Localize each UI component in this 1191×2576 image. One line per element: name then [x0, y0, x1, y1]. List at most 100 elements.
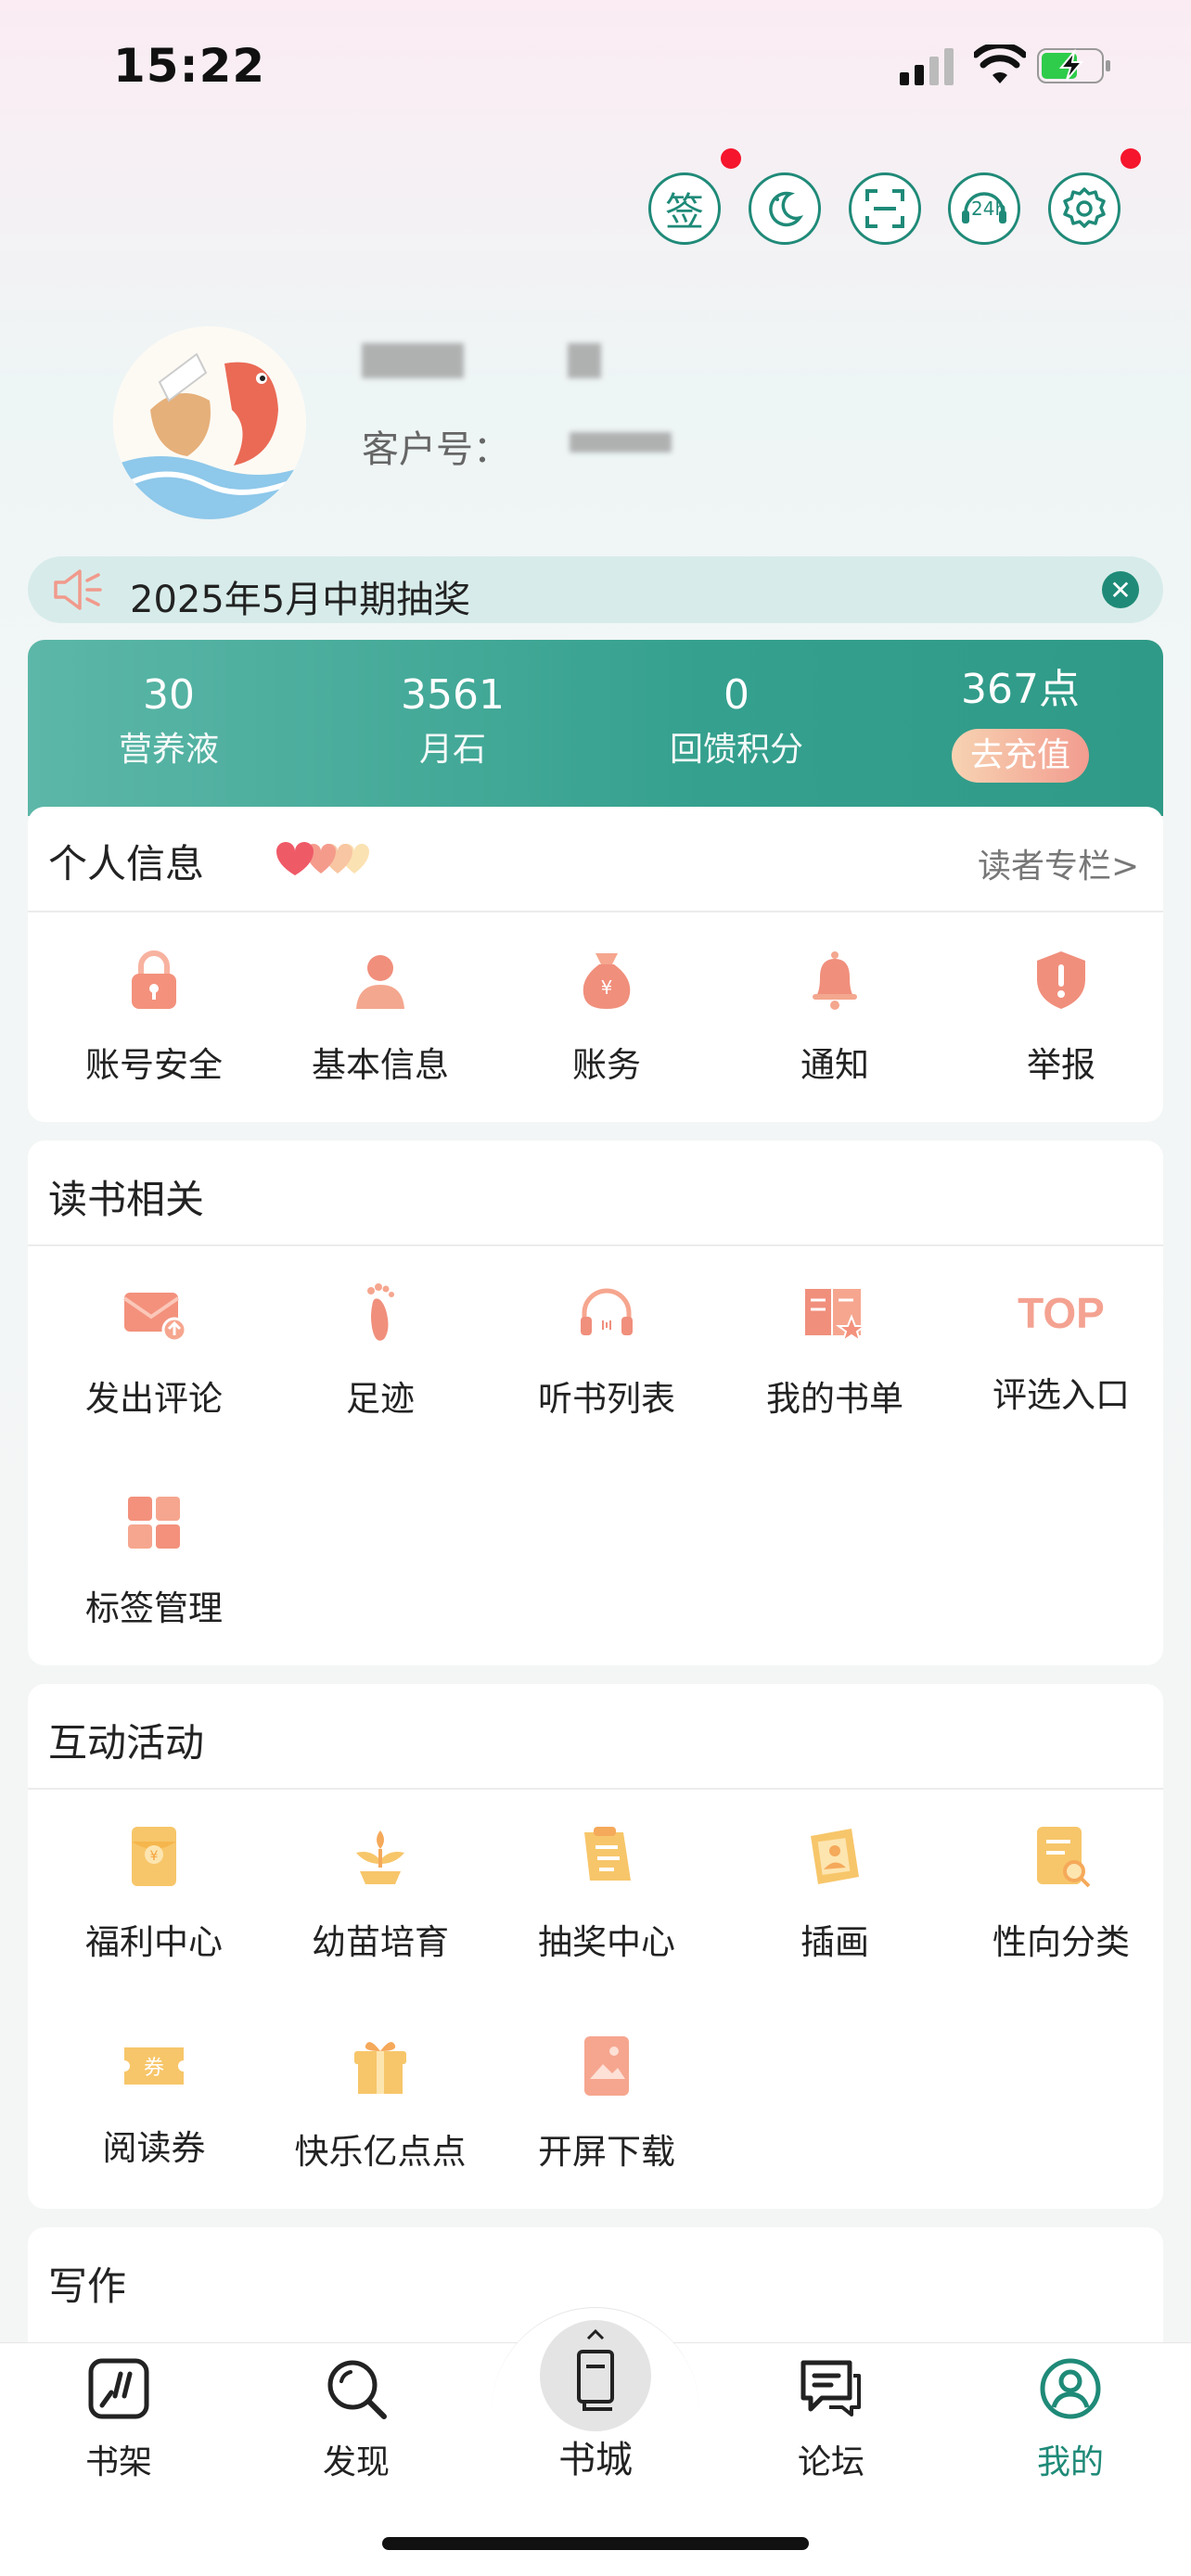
- menu-label: 标签管理: [85, 1588, 223, 1628]
- menu-seedling[interactable]: 幼苗培育: [278, 1823, 482, 1964]
- person-icon: [356, 955, 404, 1009]
- settings-button[interactable]: [1048, 172, 1121, 245]
- sign-in-button[interactable]: 签: [648, 172, 721, 245]
- menu-lottery-center[interactable]: 抽奖中心: [505, 1823, 709, 1964]
- stat-label: 营养液: [118, 731, 219, 769]
- menu-illustration[interactable]: 插画: [733, 1823, 937, 1964]
- night-mode-button[interactable]: [749, 172, 821, 245]
- customer-id-label: 客户号：: [362, 428, 510, 471]
- nav-bookshelf[interactable]: 书架: [26, 2355, 211, 2483]
- shield-alert-icon: [1037, 951, 1085, 1009]
- top-glyph: TOP: [1018, 1289, 1105, 1337]
- tag-grid-icon: [128, 1497, 180, 1549]
- voucher-glyph: 券: [143, 2057, 164, 2080]
- customer-service-24h-button[interactable]: 24h: [948, 172, 1020, 245]
- section-title: 互动活动: [48, 1720, 205, 1766]
- speaker-icon: [54, 569, 102, 610]
- menu-label: 评选入口: [992, 1375, 1130, 1415]
- splash-image-icon: [584, 2036, 629, 2096]
- menu-report[interactable]: 举报: [959, 946, 1163, 1087]
- nav-label: 书架: [84, 2443, 152, 2481]
- svg-text:¥: ¥: [150, 1849, 159, 1864]
- menu-audiobook-list[interactable]: 听书列表: [505, 1280, 709, 1421]
- sign-in-label: 签: [664, 188, 704, 235]
- menu-label: 账务: [572, 1045, 641, 1085]
- footprint-icon: [367, 1283, 394, 1341]
- nav-bookstore[interactable]: 书城: [503, 2429, 688, 2483]
- stat-feedback-points[interactable]: 0 回馈积分: [644, 670, 829, 773]
- menu-orientation-category[interactable]: 性向分类: [959, 1823, 1163, 1964]
- status-time: 15:22: [113, 39, 266, 93]
- customer-id-masked: [570, 432, 672, 453]
- nav-label: 论坛: [797, 2443, 864, 2481]
- section-title: 个人信息: [48, 841, 205, 886]
- lock-icon: [132, 950, 176, 1009]
- bookstore-icon: [577, 2328, 614, 2411]
- nav-label: 书城: [558, 2439, 633, 2481]
- menu-tag-management[interactable]: 标签管理: [52, 1489, 256, 1630]
- menu-my-booklist[interactable]: 我的书单: [733, 1280, 937, 1421]
- gift-icon: [354, 2042, 406, 2094]
- notification-dot: [721, 148, 741, 169]
- gear-icon: [1063, 187, 1106, 228]
- reader-column-link[interactable]: 读者专栏>: [978, 839, 1139, 887]
- recharge-button[interactable]: 去充值: [952, 729, 1089, 783]
- menu-basic-info[interactable]: 基本信息: [278, 946, 482, 1087]
- menu-label: 听书列表: [538, 1379, 675, 1419]
- menu-label: 插画: [800, 1922, 869, 1962]
- close-icon[interactable]: ✕: [1102, 571, 1139, 608]
- stat-label: 月石: [418, 731, 486, 769]
- wifi-icon: [974, 45, 1026, 83]
- stat-value: 30: [143, 671, 195, 719]
- menu-label: 通知: [800, 1045, 869, 1085]
- scan-button[interactable]: [849, 172, 921, 245]
- menu-label: 我的书单: [766, 1379, 903, 1419]
- stat-moonstone[interactable]: 3561 月石: [360, 670, 545, 773]
- menu-welfare-center[interactable]: ¥ 福利中心: [52, 1823, 256, 1964]
- menu-label: 举报: [1027, 1045, 1095, 1085]
- top-icon: TOP: [1005, 1280, 1117, 1346]
- notice-text[interactable]: 2025年5月中期抽奖: [130, 569, 470, 623]
- stat-value: 367点: [961, 666, 1080, 713]
- nav-label: 我的: [1036, 2443, 1104, 2481]
- bell-icon: [813, 951, 857, 1010]
- stat-nutrient[interactable]: 30 营养液: [76, 670, 262, 773]
- headphones-icon: [581, 1288, 633, 1335]
- menu-label: 基本信息: [312, 1045, 449, 1085]
- menu-label: 阅读券: [102, 2128, 206, 2168]
- avatar[interactable]: [113, 326, 306, 519]
- username-masked: [362, 343, 464, 378]
- nav-forum[interactable]: 论坛: [738, 2355, 924, 2483]
- menu-label: 性向分类: [992, 1922, 1130, 1962]
- battery-charging-icon: [1037, 48, 1110, 83]
- comment-mail-icon: [122, 1293, 187, 1343]
- red-envelope-icon: ¥: [132, 1827, 176, 1886]
- category-search-icon: [1037, 1827, 1091, 1888]
- scan-icon: [865, 189, 904, 228]
- booklist-icon: [805, 1289, 867, 1344]
- menu-label: 福利中心: [85, 1922, 223, 1962]
- home-indicator: [382, 2537, 809, 2550]
- menu-label: 账号安全: [85, 1045, 223, 1085]
- nav-discover[interactable]: 发现: [263, 2355, 449, 2483]
- nav-mine[interactable]: 我的: [978, 2355, 1163, 2483]
- ticket-icon: 券: [121, 2033, 187, 2099]
- bookshelf-icon: [88, 2358, 149, 2419]
- stat-value: 0: [724, 671, 749, 719]
- menu-account-security[interactable]: 账号安全: [52, 946, 256, 1087]
- stat-value: 3561: [401, 671, 505, 719]
- user-profile-icon: [1040, 2358, 1101, 2419]
- menu-splash-download[interactable]: 开屏下载: [505, 2033, 709, 2174]
- divider: [28, 1788, 1163, 1790]
- hearts-icon: [276, 842, 369, 875]
- menu-notifications[interactable]: 通知: [733, 946, 937, 1087]
- menu-happy-points[interactable]: 快乐亿点点: [278, 2033, 482, 2174]
- menu-voting-entry[interactable]: TOP 评选入口: [959, 1280, 1163, 1417]
- username-masked: [568, 343, 601, 378]
- search-icon: [327, 2360, 387, 2419]
- menu-billing[interactable]: ¥ 账务: [505, 946, 709, 1087]
- menu-footprint[interactable]: 足迹: [278, 1280, 482, 1421]
- menu-reading-voucher[interactable]: 券 阅读券: [52, 2033, 256, 2170]
- menu-label: 足迹: [346, 1379, 415, 1419]
- menu-comments[interactable]: 发出评论: [52, 1280, 256, 1421]
